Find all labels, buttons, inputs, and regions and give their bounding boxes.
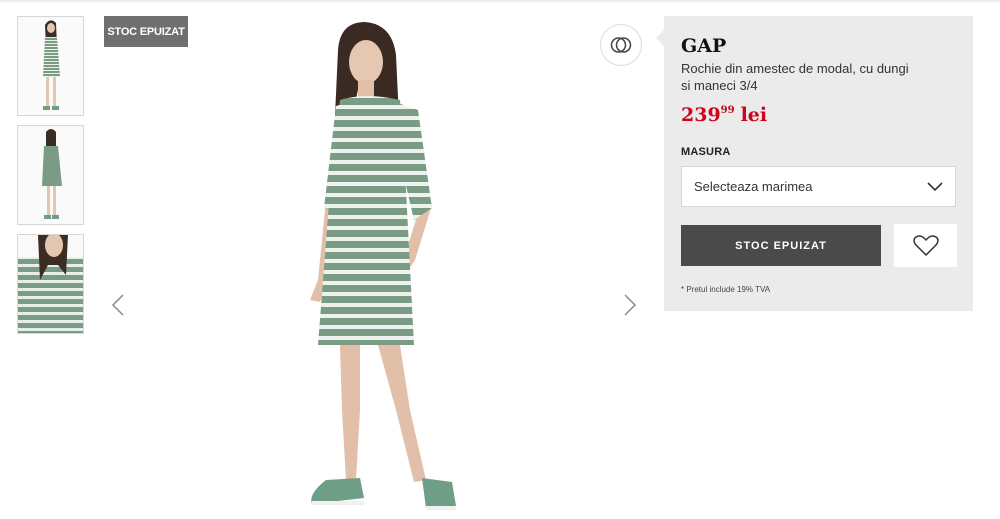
thumbnail-front[interactable] <box>17 16 84 116</box>
sold-out-badge: STOC EPUIZAT <box>104 16 188 47</box>
chevron-left-icon <box>111 294 124 316</box>
thumbnail-detail[interactable] <box>17 234 84 334</box>
product-main-image <box>200 10 530 519</box>
price-currency: lei <box>740 104 768 126</box>
next-image-button[interactable] <box>618 290 642 320</box>
panel-notch <box>656 30 664 46</box>
size-label: MASURA <box>681 146 731 158</box>
price-cents: 99 <box>720 105 735 116</box>
sold-out-button[interactable]: STOC EPUIZAT <box>681 225 881 266</box>
share-rings-icon <box>610 37 632 53</box>
vat-note: * Pretul include 19% TVA <box>681 285 771 294</box>
thumbnail-back[interactable] <box>17 125 84 225</box>
product-name: Rochie din amestec de modal, cu dungi si… <box>681 61 909 93</box>
share-button[interactable] <box>600 24 642 66</box>
previous-image-button[interactable] <box>106 290 130 320</box>
size-select[interactable]: Selecteaza marimea <box>681 166 956 207</box>
top-divider <box>0 0 1000 2</box>
chevron-right-icon <box>624 294 637 316</box>
product-brand: GAP <box>681 35 727 57</box>
product-price: 239 99 lei <box>681 104 767 126</box>
size-select-placeholder: Selecteaza marimea <box>694 179 813 194</box>
price-main: 239 <box>681 104 721 126</box>
chevron-down-icon <box>927 181 943 191</box>
heart-icon <box>912 234 939 256</box>
wishlist-button[interactable] <box>894 224 957 267</box>
